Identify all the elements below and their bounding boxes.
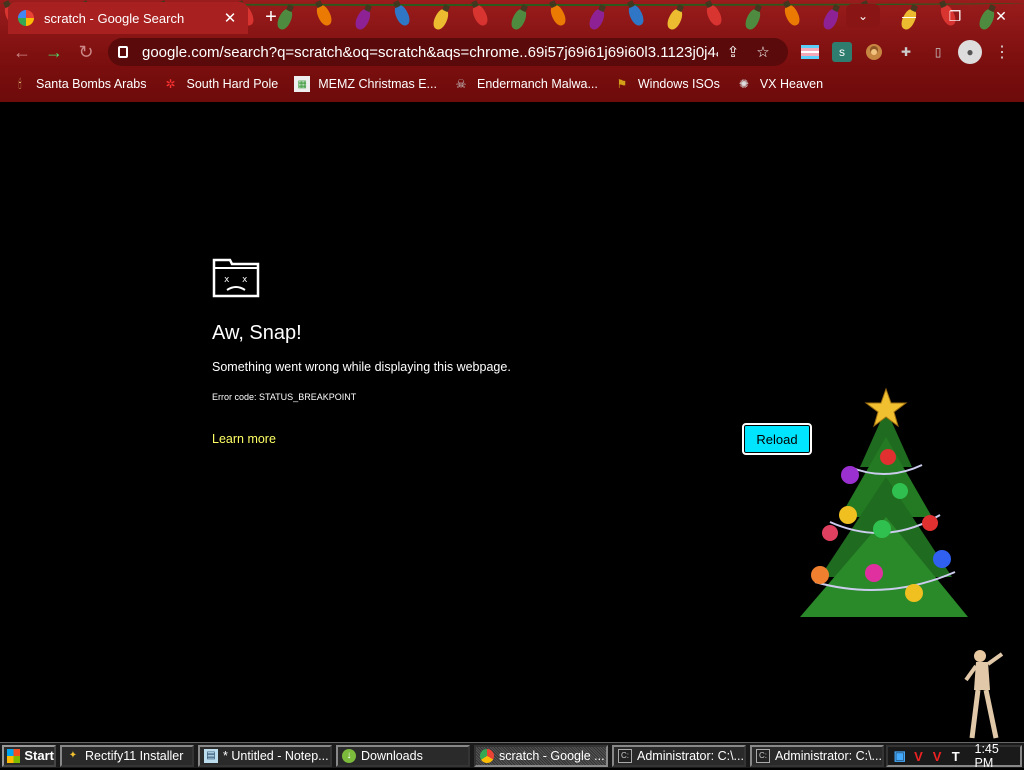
browser-chrome: scratch - Google Search ✕ + ⌄ — ❐ ✕ ← → … (0, 0, 1024, 102)
profile-icon[interactable]: ● (958, 40, 982, 64)
tab-search-button[interactable]: ⌄ (846, 4, 880, 28)
extensions-puzzle-icon[interactable]: ✚ (896, 42, 916, 62)
light-bulb-icon (547, 2, 569, 28)
lock-icon (118, 46, 128, 58)
taskbar-item[interactable]: ↓ Downloads (336, 744, 470, 767)
back-button[interactable]: ← (10, 40, 34, 64)
new-tab-button[interactable]: + (260, 6, 282, 29)
taskbar-item[interactable]: scratch - Google ... (474, 744, 608, 767)
bookmark-item[interactable]: ✲ South Hard Pole (162, 76, 278, 92)
skull-icon: ☠ (455, 77, 467, 91)
light-bulb-icon (430, 6, 452, 32)
light-bulb-icon (391, 2, 413, 28)
v-tray-icon[interactable]: V (911, 748, 927, 764)
close-window-button[interactable]: ✕ (978, 0, 1024, 32)
restore-button[interactable]: ❐ (932, 0, 978, 32)
error-message: Something went wrong while displaying th… (212, 360, 511, 374)
notepad-icon: ▤ (204, 748, 218, 763)
avatar-extension-icon[interactable] (864, 42, 884, 62)
browser-tab[interactable]: scratch - Google Search ✕ (8, 2, 248, 34)
google-favicon-icon (18, 10, 34, 26)
chrome-icon (480, 748, 494, 763)
tab-title: scratch - Google Search (44, 10, 185, 26)
light-bulb-icon (586, 6, 608, 32)
address-bar[interactable]: google.com/search?q=scratch&oq=scratch&a… (108, 38, 788, 66)
light-bulb-icon (508, 6, 530, 32)
bookmark-item[interactable]: ✺ VX Heaven (736, 76, 823, 92)
bookmark-star-icon[interactable]: ☆ (748, 43, 778, 61)
v-tray-icon-2[interactable]: V (929, 748, 945, 764)
bookmark-item[interactable]: 🕯 Santa Bombs Arabs (12, 76, 146, 92)
forward-button[interactable]: → (42, 40, 66, 64)
bookmark-item[interactable]: ▦ MEMZ Christmas E... (294, 76, 437, 92)
virus-icon: ✺ (738, 77, 749, 91)
share-icon[interactable]: ⇪ (718, 43, 748, 61)
taskbar-item[interactable]: ✦ Rectify11 Installer (60, 744, 194, 767)
christmas-tree-icon (800, 387, 968, 617)
snowflake-icon: ✲ (165, 77, 176, 91)
svg-text:x: x (242, 275, 248, 285)
system-tray: ▣ V V T 1:45 PM (886, 742, 1022, 770)
folder-icon: ↓ (342, 748, 356, 763)
svg-text:x: x (224, 275, 230, 285)
bookmark-item[interactable]: ⚑ Windows ISOs (614, 76, 719, 92)
url-text[interactable]: google.com/search?q=scratch&oq=scratch&a… (142, 44, 718, 61)
menu-icon[interactable]: ⋮ (992, 42, 1012, 62)
flag-extension-icon[interactable] (800, 42, 820, 62)
network-icon[interactable]: ▣ (892, 748, 908, 764)
light-bulb-icon (625, 2, 647, 28)
error-title: Aw, Snap! (212, 322, 302, 344)
taskbar-item[interactable]: C: Administrator: C:\... (612, 744, 746, 767)
light-bulb-icon (664, 6, 686, 32)
bookmark-item[interactable]: ☠ Endermanch Malwa... (453, 76, 598, 92)
error-code: Error code: STATUS_BREAKPOINT (212, 392, 357, 402)
cmd-icon: C: (618, 748, 632, 763)
start-button[interactable]: Start (2, 744, 56, 767)
gift-icon: ⚑ (616, 77, 628, 91)
browser-toolbar: ← → ↻ google.com/search?q=scratch&oq=scr… (0, 34, 1024, 70)
taskbar-item[interactable]: C: Administrator: C:\... (750, 744, 884, 767)
taskbar: Start ✦ Rectify11 Installer ▤ * Untitled… (0, 742, 1024, 770)
candle-icon: 🕯 (18, 76, 22, 91)
light-bulb-icon (703, 2, 725, 28)
light-bulb-icon (781, 2, 803, 28)
windows-logo-icon (7, 748, 21, 763)
light-bulb-icon (820, 6, 842, 32)
bookmarks-bar: 🕯 Santa Bombs Arabs ✲ South Hard Pole ▦ … (0, 70, 1024, 98)
light-bulb-icon (352, 6, 374, 32)
s-extension-icon[interactable]: s (832, 42, 852, 62)
tab-close-icon[interactable]: ✕ (222, 9, 238, 27)
side-panel-icon[interactable]: ▯ (928, 42, 948, 62)
cmd-icon: C: (756, 748, 770, 763)
minimize-button[interactable]: — (886, 0, 932, 32)
reload-page-button[interactable]: ↻ (74, 40, 98, 64)
installer-icon: ✦ (68, 750, 78, 761)
t-tray-icon[interactable]: T (948, 748, 964, 764)
dancer-figure-icon (964, 650, 1004, 739)
clock[interactable]: 1:45 PM (975, 742, 1020, 770)
light-bulb-icon (742, 6, 764, 32)
image-icon: ▦ (294, 76, 311, 92)
sad-tab-icon: x x (212, 258, 260, 298)
light-bulb-icon (313, 2, 335, 28)
light-bulb-icon (469, 2, 491, 28)
taskbar-item[interactable]: ▤ * Untitled - Notep... (198, 744, 332, 767)
page-content: x x Aw, Snap! Something went wrong while… (0, 102, 1024, 742)
learn-more-link[interactable]: Learn more (212, 432, 276, 446)
